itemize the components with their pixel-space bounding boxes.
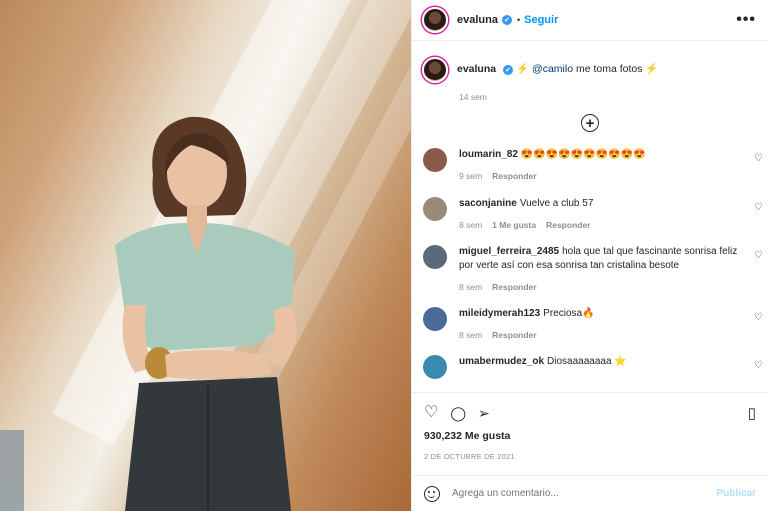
comment-username[interactable]: saconjanine xyxy=(459,198,517,209)
verified-icon: ✔ xyxy=(501,15,512,25)
bolt-emoji: ⚡ xyxy=(645,63,659,75)
share-icon[interactable]: ➢ xyxy=(478,406,490,420)
comment-text: Diosaaaaaaaa ⭐ xyxy=(547,356,627,367)
comment-time[interactable]: 8 sem xyxy=(459,330,482,340)
like-comment-icon[interactable]: ♡ xyxy=(754,250,763,261)
plus-circle-icon[interactable]: + xyxy=(581,114,599,132)
post-dialog: evaluna ✔ • Seguir ••• evaluna ✔ ⚡ @camil… xyxy=(0,0,768,511)
like-comment-icon[interactable]: ♡ xyxy=(754,153,763,164)
comment-username[interactable]: miguel_ferreira_2485 xyxy=(459,246,559,257)
post-header: evaluna ✔ • Seguir ••• xyxy=(412,0,768,41)
mention-link[interactable]: @camilo xyxy=(532,63,573,75)
comment-username[interactable]: mileidymerah123 xyxy=(459,308,540,319)
bolt-emoji: ⚡ xyxy=(516,63,530,75)
comment-text: 😍😍😍😍😍😍😍😍😍😍 xyxy=(520,149,646,160)
comment-item: saconjanine Vuelve a club 57 8 sem 1 Me gu… xyxy=(412,197,768,232)
verified-icon: ✔ xyxy=(503,65,514,75)
caption: evaluna ✔ ⚡ @camilo me toma fotos ⚡ xyxy=(412,41,768,83)
caption-text: evaluna ✔ ⚡ @camilo me toma fotos ⚡ xyxy=(457,62,659,83)
comment-body: miguel_ferreira_2485 hola que tal que fas… xyxy=(459,245,744,294)
comment-time[interactable]: 8 sem xyxy=(459,282,482,292)
likes-count[interactable]: 930,232 Me gusta xyxy=(412,430,768,442)
like-icon[interactable]: ♡ xyxy=(424,404,438,421)
comment-time[interactable]: 9 sem xyxy=(459,171,482,181)
comment-body: loumarin_82 😍😍😍😍😍😍😍😍😍😍 9 sem Responder xyxy=(459,148,744,183)
comment-icon[interactable]: ◯ xyxy=(450,406,466,420)
comment-username[interactable]: umabermudez_ok xyxy=(459,356,544,367)
add-comment-bar: Publicar xyxy=(412,475,768,511)
comment-meta: 8 sem 1 Me gusta Responder xyxy=(459,218,744,232)
comment-item: loumarin_82 😍😍😍😍😍😍😍😍😍😍 9 sem Responder ♡ xyxy=(412,148,768,183)
comment-input[interactable] xyxy=(452,488,717,499)
comment-item: mileidymerah123 Preciosa🔥 8 sem Responder … xyxy=(412,307,768,342)
emoji-icon[interactable] xyxy=(424,485,440,502)
comments-section[interactable]: evaluna ✔ ⚡ @camilo me toma fotos ⚡ 14 se… xyxy=(412,41,768,392)
person-figure xyxy=(115,116,297,511)
comment-likes[interactable]: 1 Me gusta xyxy=(492,220,536,230)
comment-body: saconjanine Vuelve a club 57 8 sem 1 Me gu… xyxy=(459,197,744,232)
comment-username[interactable]: loumarin_82 xyxy=(459,149,518,160)
comment-item: miguel_ferreira_2485 hola que tal que fas… xyxy=(412,245,768,294)
comment-text: Preciosa🔥 xyxy=(543,308,595,319)
post-photo[interactable] xyxy=(0,0,411,511)
pipe xyxy=(0,430,24,511)
like-comment-icon[interactable]: ♡ xyxy=(754,312,763,323)
post-side-panel: evaluna ✔ • Seguir ••• evaluna ✔ ⚡ @camil… xyxy=(411,0,768,511)
commenter-avatar[interactable] xyxy=(423,148,447,172)
separator-dot: • xyxy=(516,15,521,25)
reply-button[interactable]: Responder xyxy=(546,220,590,230)
caption-body: me toma fotos xyxy=(575,63,643,75)
author-avatar[interactable] xyxy=(422,57,448,83)
commenter-avatar[interactable] xyxy=(423,245,447,269)
commenter-avatar[interactable] xyxy=(423,355,447,379)
like-comment-icon[interactable]: ♡ xyxy=(754,360,763,371)
comment-body: mileidymerah123 Preciosa🔥 8 sem Responder xyxy=(459,307,744,342)
comment-time[interactable]: 8 sem xyxy=(459,220,482,230)
commenter-avatar[interactable] xyxy=(423,307,447,331)
caption-time: 14 sem xyxy=(459,92,487,102)
publish-button[interactable]: Publicar xyxy=(717,488,756,499)
reply-button[interactable]: Responder xyxy=(492,330,536,340)
author-username[interactable]: evaluna xyxy=(457,14,498,26)
reply-button[interactable]: Responder xyxy=(492,282,536,292)
more-options-icon[interactable]: ••• xyxy=(736,11,756,29)
like-comment-icon[interactable]: ♡ xyxy=(754,202,763,213)
comment-meta: 9 sem Responder xyxy=(459,169,744,183)
comment-item: umabermudez_ok Diosaaaaaaaa ⭐ ♡ xyxy=(412,355,768,379)
author-avatar[interactable] xyxy=(422,7,448,33)
load-more-comments[interactable]: + xyxy=(412,114,768,132)
comment-body: umabermudez_ok Diosaaaaaaaa ⭐ xyxy=(459,355,744,379)
comment-meta: 8 sem Responder xyxy=(459,280,744,294)
caption-username[interactable]: evaluna xyxy=(457,63,496,75)
commenter-avatar[interactable] xyxy=(423,197,447,221)
post-actions: ♡ ◯ ➢ ▯ xyxy=(412,392,768,432)
post-date: 2 DE OCTUBRE DE 2021 xyxy=(424,452,515,461)
reply-button[interactable]: Responder xyxy=(492,171,536,181)
save-icon[interactable]: ▯ xyxy=(748,404,756,422)
comment-meta: 8 sem Responder xyxy=(459,328,744,342)
comment-text: Vuelve a club 57 xyxy=(519,198,594,209)
follow-button[interactable]: Seguir xyxy=(524,14,558,26)
